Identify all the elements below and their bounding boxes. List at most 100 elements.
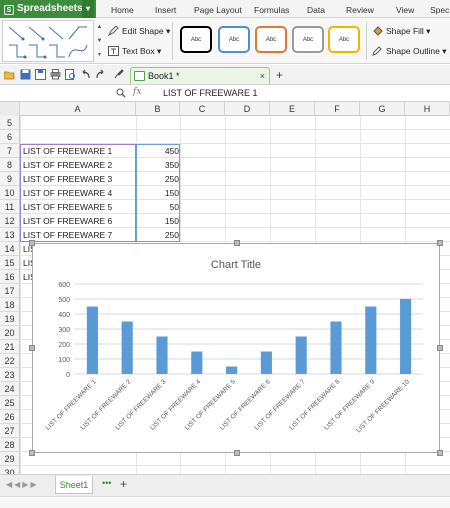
resize-handle[interactable] [29,345,35,351]
shape-style-gold[interactable]: Abc [328,26,360,53]
save-icon[interactable] [20,69,31,80]
row-header[interactable]: 27 [0,424,20,438]
row-header[interactable]: 10 [0,186,20,200]
y-tick-label: 200 [58,342,70,349]
resize-handle[interactable] [234,450,240,456]
text-box-button[interactable]: Text Box ▾ [108,44,161,58]
row-header[interactable]: 15 [0,256,20,270]
row-header[interactable]: 18 [0,298,20,312]
row-header[interactable]: 28 [0,438,20,452]
tab-formulas[interactable]: Formulas [254,0,289,18]
shape-style-gray[interactable]: Abc [292,26,324,53]
open-folder-icon[interactable] [4,69,15,80]
chart-object[interactable]: Chart Title 0 100 200 300 400 500 600 LIST OF … [32,243,440,453]
bar-7[interactable] [295,336,307,375]
print-preview-icon[interactable] [65,69,76,80]
shape-style-black[interactable]: Abc [180,26,212,53]
resize-handle[interactable] [29,450,35,456]
print-icon[interactable] [50,69,61,80]
row-header[interactable]: 7 [0,144,20,158]
row-header[interactable]: 30 [0,466,20,474]
bar-4[interactable] [191,351,203,375]
workbook-icon [134,71,145,81]
row-header[interactable]: 5 [0,116,20,130]
sheet-tab[interactable]: Sheet1 [55,476,93,494]
document-tab[interactable]: Book1 * × [130,67,270,84]
column-header-c[interactable]: C [180,102,225,116]
row-header[interactable]: 14 [0,242,20,256]
row-header[interactable]: 13 [0,228,20,242]
y-tick-label: 300 [58,327,70,334]
row-header[interactable]: 17 [0,284,20,298]
column-header-d[interactable]: D [225,102,270,116]
grid-row-line [20,129,450,130]
bar-1[interactable] [86,306,98,375]
more-sheets-icon[interactable]: ••• [102,478,111,488]
bar-5[interactable] [226,366,238,375]
zoom-magnifier-icon[interactable] [116,88,126,98]
select-all-corner[interactable] [0,102,20,116]
bar-9[interactable] [365,306,377,375]
tab-insert[interactable]: Insert [155,0,176,18]
shape-style-blue[interactable]: Abc [218,26,250,53]
tab-data[interactable]: Data [307,0,325,18]
row-header[interactable]: 16 [0,270,20,284]
shape-style-orange[interactable]: Abc [255,26,287,53]
row-header[interactable]: 23 [0,368,20,382]
column-header-b[interactable]: B [136,102,180,116]
shape-lines-gallery[interactable] [2,20,94,62]
bar-10[interactable] [400,299,412,374]
shape-outline-button[interactable]: Shape Outline ▾ [372,44,447,58]
row-header[interactable]: 25 [0,396,20,410]
shape-fill-button[interactable]: Shape Fill ▾ [372,24,430,38]
row-header[interactable]: 19 [0,312,20,326]
resize-handle[interactable] [437,450,443,456]
row-header[interactable]: 9 [0,172,20,186]
column-header-h[interactable]: H [405,102,450,116]
row-header[interactable]: 12 [0,214,20,228]
edit-shape-button[interactable]: Edit Shape ▾ [107,24,170,38]
bar-3[interactable] [156,336,168,375]
gallery-scroll[interactable]: ▲ ▼ ▾ [95,20,104,62]
add-sheet-button[interactable]: + [120,477,127,491]
format-painter-icon[interactable] [113,69,124,80]
sheet-nav-arrows-icon[interactable]: ◀◀▶▶ [6,480,39,489]
column-header-e[interactable]: E [270,102,315,116]
row-header[interactable]: 21 [0,340,20,354]
row-header[interactable]: 29 [0,452,20,466]
y-tick-label: 500 [58,297,70,304]
row-header[interactable]: 24 [0,382,20,396]
row-header[interactable]: 26 [0,410,20,424]
bar-6[interactable] [260,351,272,375]
tab-view[interactable]: View [396,0,414,18]
column-header-a[interactable]: A [20,102,136,116]
row-header[interactable]: 20 [0,326,20,340]
column-header-f[interactable]: F [315,102,360,116]
resize-handle[interactable] [437,240,443,246]
tab-page-layout[interactable]: Page Layout [194,0,242,18]
fx-icon[interactable]: fx [133,87,141,97]
bar-2[interactable] [121,321,133,375]
new-tab-button[interactable]: + [276,67,283,83]
tab-review[interactable]: Review [346,0,374,18]
close-icon[interactable]: × [260,68,265,84]
bar-8[interactable] [330,321,342,375]
resize-handle[interactable] [234,240,240,246]
app-menu-chevron-icon[interactable]: ▾ [82,0,94,18]
resize-handle[interactable] [437,345,443,351]
app-menu-button[interactable]: S Spreadsheets ▾ [0,0,96,18]
formula-input[interactable]: LIST OF FREEWARE 1 [163,88,258,98]
redo-icon[interactable] [95,69,106,80]
chart-title[interactable]: Chart Title [211,259,261,271]
save-as-icon[interactable] [35,69,46,80]
edit-shape-label: Edit Shape [122,26,164,36]
row-header[interactable]: 22 [0,354,20,368]
resize-handle[interactable] [29,240,35,246]
tab-home[interactable]: Home [111,0,134,18]
row-header[interactable]: 6 [0,130,20,144]
row-header[interactable]: 11 [0,200,20,214]
tab-special[interactable]: Spec [430,0,449,18]
row-header[interactable]: 8 [0,158,20,172]
undo-icon[interactable] [80,69,91,80]
column-header-g[interactable]: G [360,102,405,116]
